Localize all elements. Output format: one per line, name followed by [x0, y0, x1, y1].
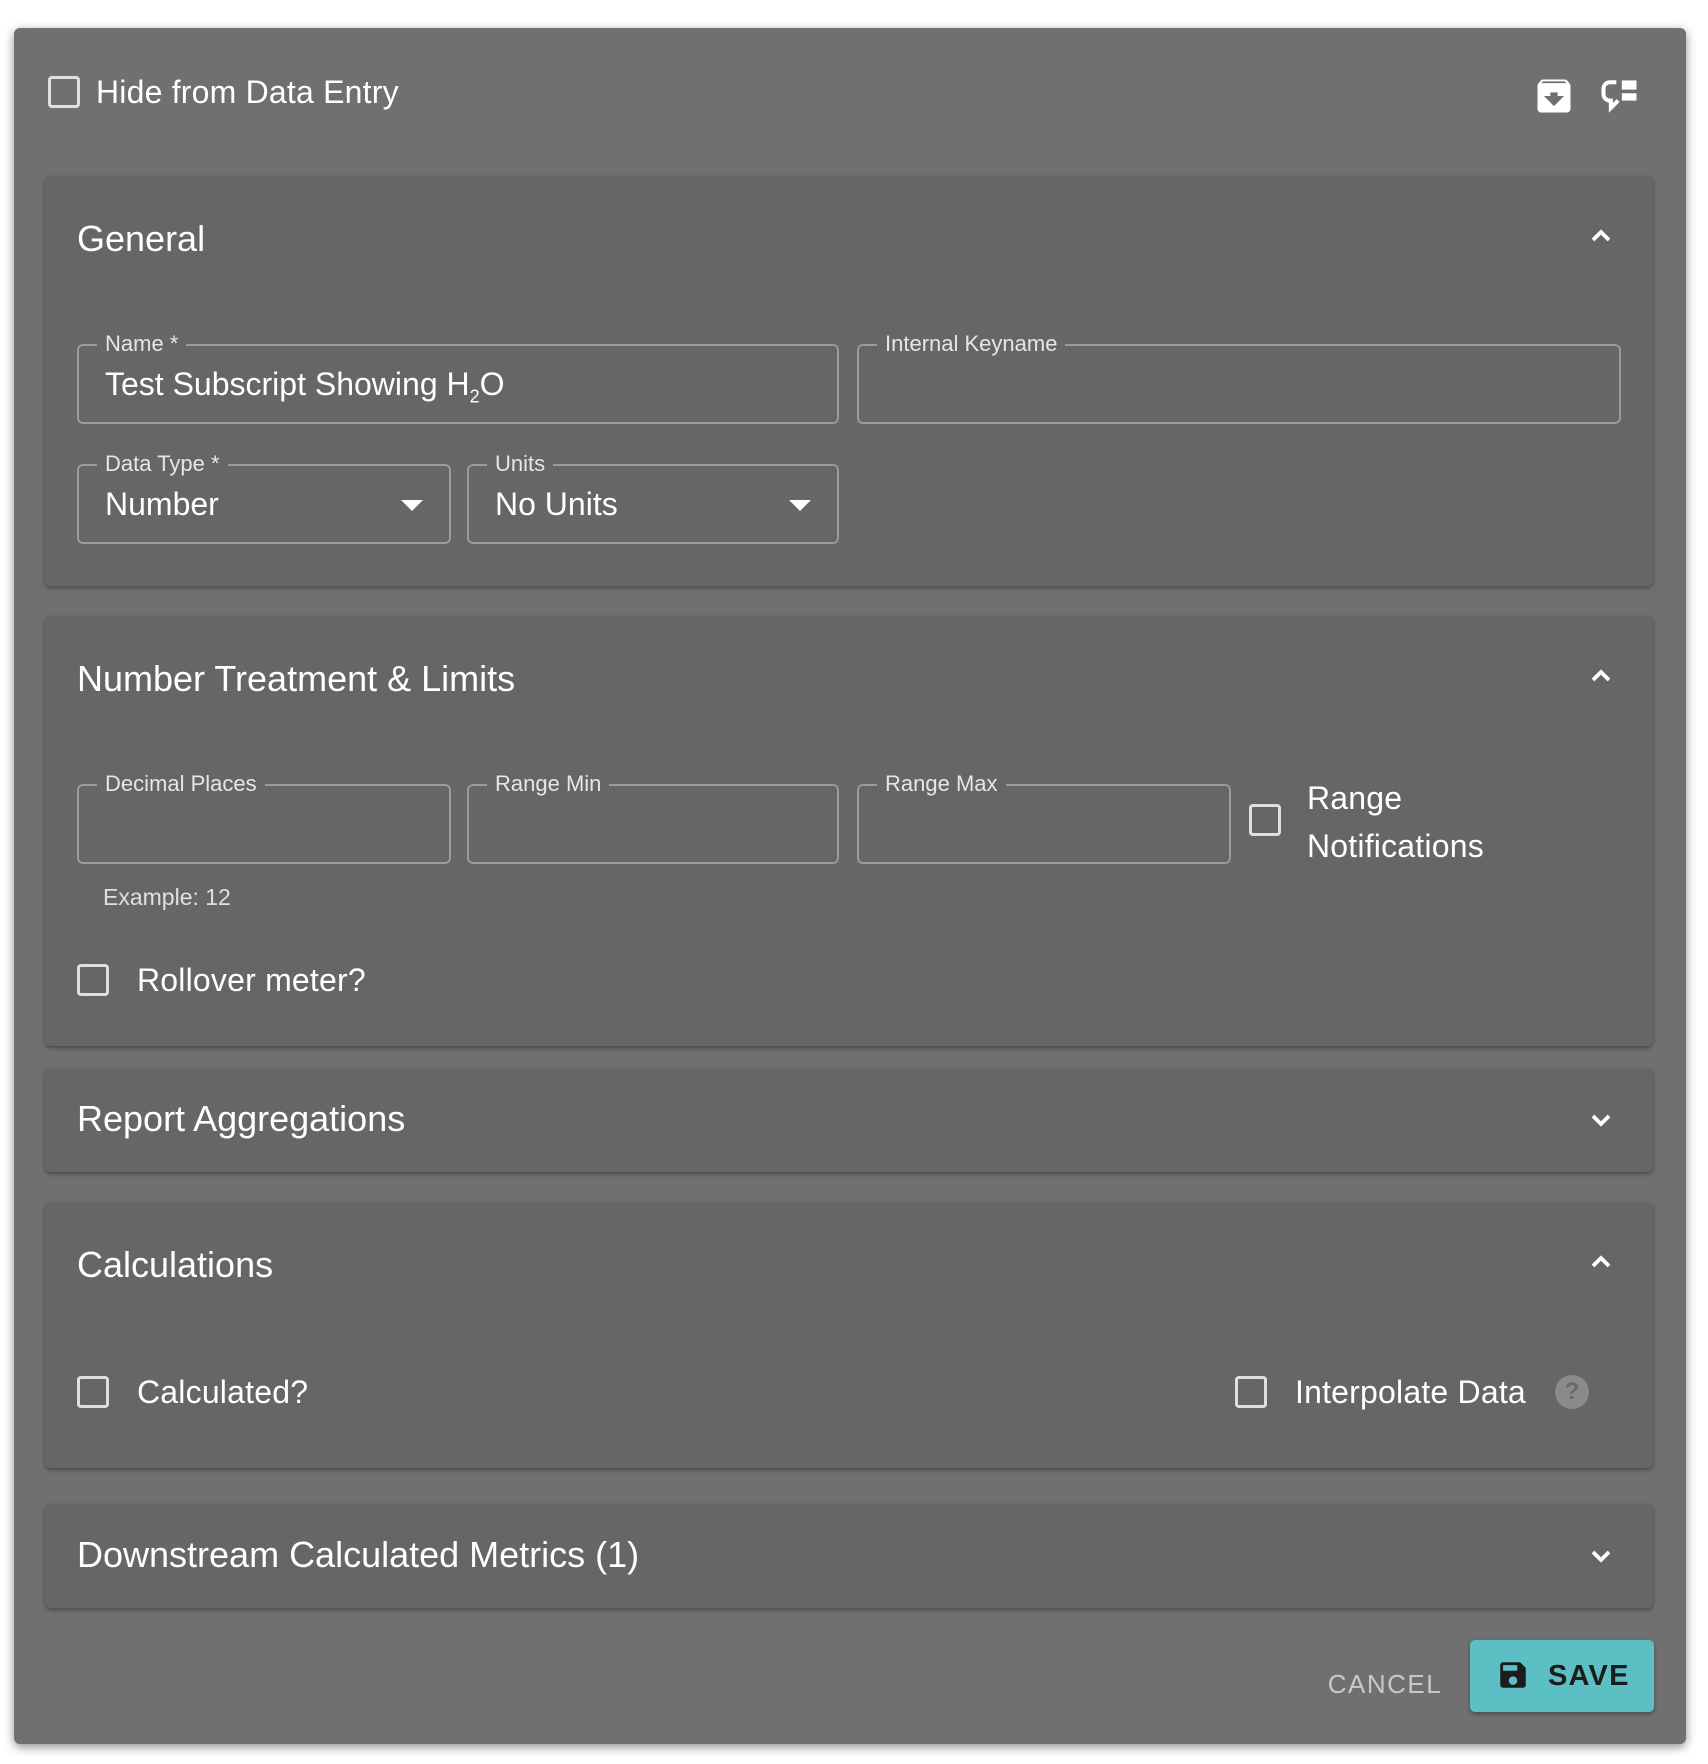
internal-keyname-label: Internal Keyname — [877, 331, 1066, 357]
data-type-select[interactable]: Data Type * Number — [77, 451, 451, 544]
downstream-metrics-panel-title: Downstream Calculated Metrics (1) — [77, 1534, 640, 1575]
decimal-places-field[interactable]: Decimal Places — [77, 771, 451, 864]
dropdown-arrow-icon — [401, 500, 423, 511]
comment-list-icon[interactable] — [1598, 74, 1642, 118]
units-value: No Units — [495, 486, 618, 522]
calculations-panel-title: Calculations — [77, 1244, 274, 1285]
name-field-value: Test Subscript Showing H2O — [105, 366, 505, 407]
chevron-up-icon[interactable] — [1585, 1246, 1617, 1278]
interpolate-data-checkbox[interactable] — [1235, 1376, 1267, 1408]
general-panel: General Name * Test Subscript Showing H2… — [45, 176, 1653, 586]
calculated-checkbox[interactable] — [77, 1376, 109, 1408]
metric-edit-dialog: Hide from Data Entry General Name * Test… — [14, 28, 1686, 1744]
cancel-button[interactable]: CANCEL — [1310, 1652, 1460, 1716]
units-label: Units — [487, 451, 554, 477]
range-max-field[interactable]: Range Max — [857, 771, 1231, 864]
dialog-top-bar: Hide from Data Entry — [14, 28, 1686, 178]
archive-icon[interactable] — [1532, 74, 1576, 118]
report-aggregations-panel-title: Report Aggregations — [77, 1098, 406, 1139]
interpolate-data-label: Interpolate Data — [1295, 1374, 1526, 1410]
calculations-panel: Calculations Calculated? Interpolate Dat… — [45, 1202, 1653, 1468]
name-field[interactable]: Name * Test Subscript Showing H2O — [77, 331, 839, 424]
report-aggregations-panel[interactable]: Report Aggregations — [45, 1068, 1653, 1172]
name-field-label: Name * — [97, 331, 187, 357]
range-notifications-label: Range Notifications — [1307, 780, 1484, 864]
data-type-label: Data Type * — [97, 451, 228, 477]
number-treatment-panel: Number Treatment & Limits Decimal Places… — [45, 616, 1653, 1046]
decimal-places-label: Decimal Places — [97, 771, 265, 797]
rollover-meter-label: Rollover meter? — [137, 962, 366, 998]
calculated-label: Calculated? — [137, 1374, 309, 1410]
hide-from-data-entry-label: Hide from Data Entry — [96, 74, 399, 110]
chevron-down-icon[interactable] — [1585, 1104, 1617, 1136]
hide-from-data-entry-checkbox[interactable] — [48, 76, 80, 108]
save-button-label: SAVE — [1548, 1660, 1630, 1692]
decimal-places-helper: Example: 12 — [103, 884, 231, 910]
chevron-down-icon[interactable] — [1585, 1540, 1617, 1572]
number-treatment-panel-title: Number Treatment & Limits — [77, 658, 516, 699]
downstream-metrics-panel[interactable]: Downstream Calculated Metrics (1) — [45, 1504, 1653, 1608]
chevron-up-icon[interactable] — [1585, 660, 1617, 692]
rollover-meter-checkbox[interactable] — [77, 964, 109, 996]
range-notifications-checkbox[interactable] — [1249, 804, 1281, 836]
dropdown-arrow-icon — [789, 500, 811, 511]
data-type-value: Number — [105, 486, 219, 522]
floppy-disk-icon — [1500, 1662, 1526, 1688]
units-select[interactable]: Units No Units — [467, 451, 839, 544]
general-panel-title: General — [77, 218, 206, 259]
range-min-label: Range Min — [487, 771, 610, 797]
internal-keyname-field[interactable]: Internal Keyname — [857, 331, 1621, 424]
chevron-up-icon[interactable] — [1585, 220, 1617, 252]
save-button[interactable]: SAVE — [1470, 1640, 1654, 1712]
range-max-label: Range Max — [877, 771, 1006, 797]
help-icon[interactable]: ? — [1555, 1375, 1589, 1409]
range-min-field[interactable]: Range Min — [467, 771, 839, 864]
